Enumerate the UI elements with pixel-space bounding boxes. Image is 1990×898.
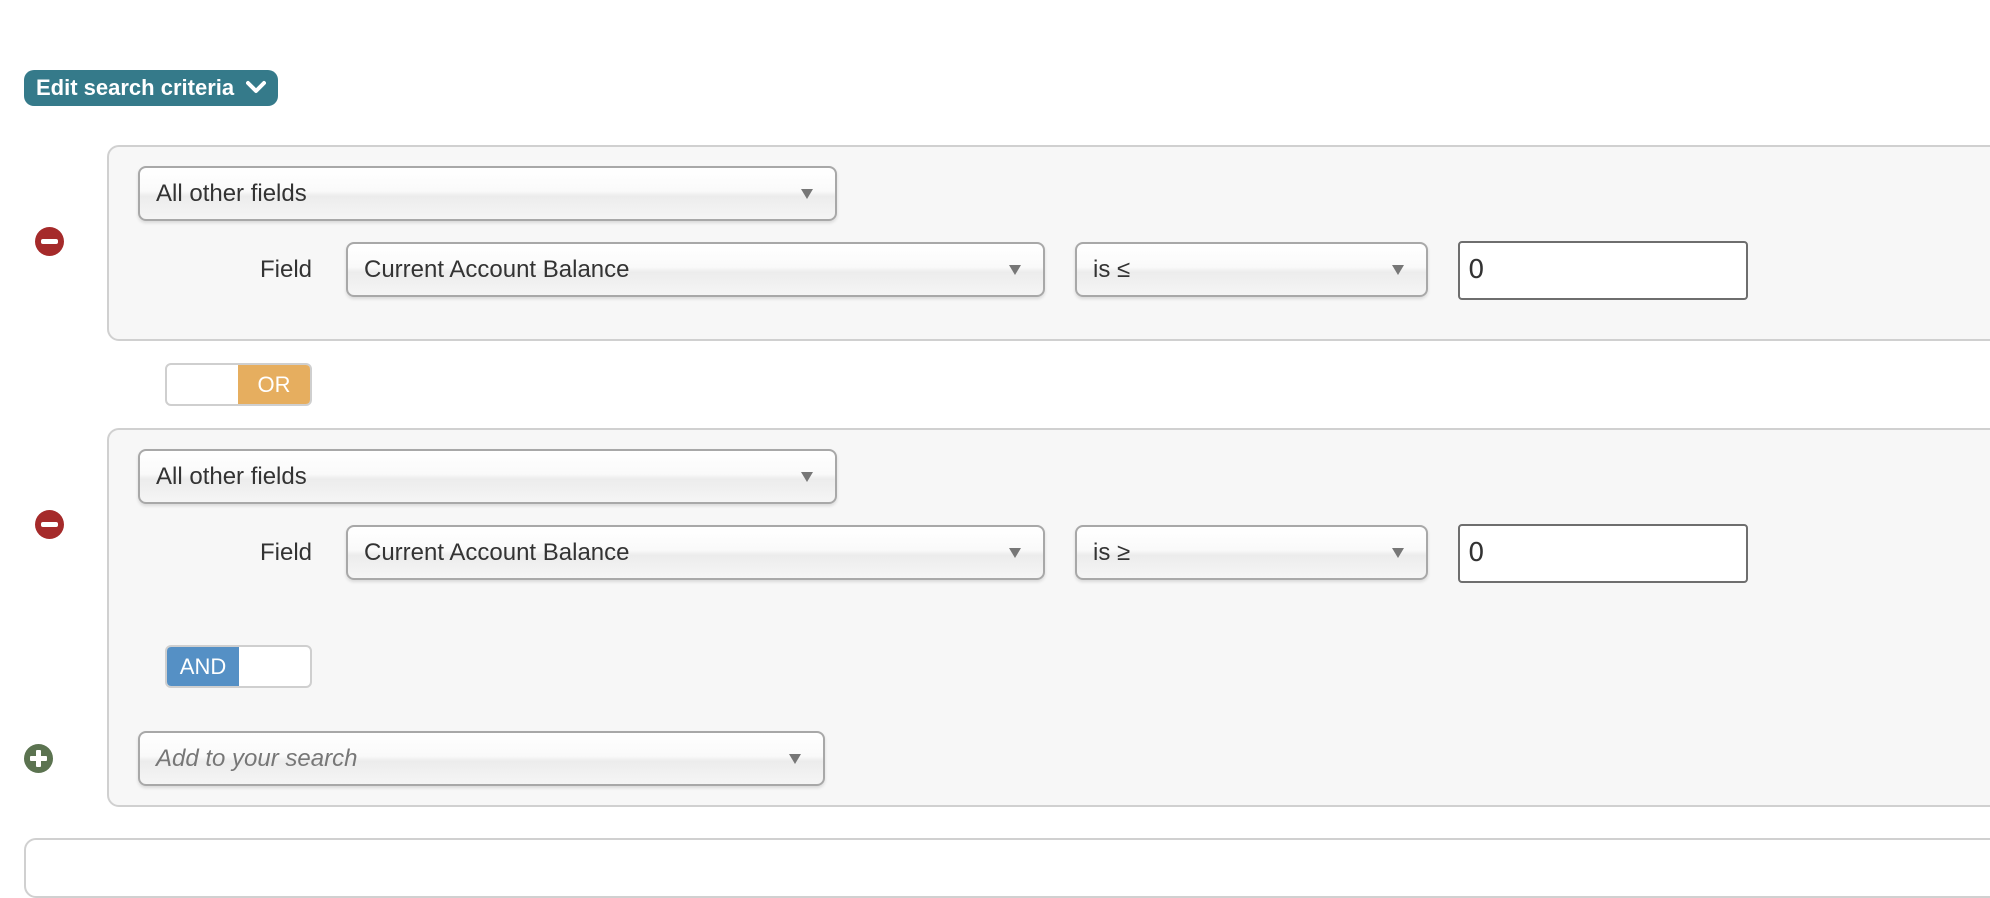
add-to-search-select[interactable]: Add to your search (138, 731, 825, 786)
category-select-2-value: All other fields (156, 463, 307, 490)
chevron-down-icon (246, 69, 267, 105)
operator-select-2[interactable]: is ≥ (1075, 525, 1428, 580)
edit-search-criteria-label: Edit search criteria (36, 75, 235, 100)
dropdown-arrow-icon (1009, 547, 1021, 558)
dropdown-arrow-icon (1009, 264, 1021, 275)
field-label-1: Field (260, 256, 313, 283)
field-select-1-value: Current Account Balance (364, 256, 630, 283)
plus-circle-icon[interactable] (24, 744, 53, 773)
connector-and-option[interactable]: AND (167, 647, 239, 686)
results-container (24, 838, 1990, 898)
dropdown-arrow-icon (789, 753, 801, 764)
dropdown-arrow-icon (801, 188, 813, 199)
category-select-1[interactable]: All other fields (138, 166, 837, 221)
connector-or-option[interactable]: OR (238, 365, 310, 404)
value-input-2[interactable]: 0 (1458, 524, 1748, 583)
operator-select-1-value: is ≤ (1093, 256, 1131, 283)
remove-criterion-2-icon[interactable] (35, 510, 64, 539)
connector-toggle-or[interactable]: OR (165, 363, 312, 406)
field-select-2[interactable]: Current Account Balance (346, 525, 1045, 580)
dropdown-arrow-icon (1392, 547, 1404, 558)
field-label-2: Field (260, 539, 313, 566)
operator-select-1[interactable]: is ≤ (1075, 242, 1428, 297)
remove-criterion-1-icon[interactable] (35, 227, 64, 256)
dropdown-arrow-icon (1392, 264, 1404, 275)
value-input-1[interactable]: 0 (1458, 241, 1748, 300)
connector-toggle-and[interactable]: AND (165, 645, 312, 688)
category-select-2[interactable]: All other fields (138, 449, 837, 504)
criterion-panel-1: All other fields Field Current Account B… (107, 145, 1990, 341)
field-select-2-value: Current Account Balance (364, 539, 630, 566)
operator-select-2-value: is ≥ (1093, 539, 1131, 566)
field-select-1[interactable]: Current Account Balance (346, 242, 1045, 297)
add-to-search-placeholder: Add to your search (156, 745, 358, 772)
criterion-panel-2: All other fields Field Current Account B… (107, 428, 1990, 807)
edit-search-criteria-button[interactable]: Edit search criteria (24, 70, 278, 106)
dropdown-arrow-icon (801, 471, 813, 482)
category-select-1-value: All other fields (156, 180, 307, 207)
